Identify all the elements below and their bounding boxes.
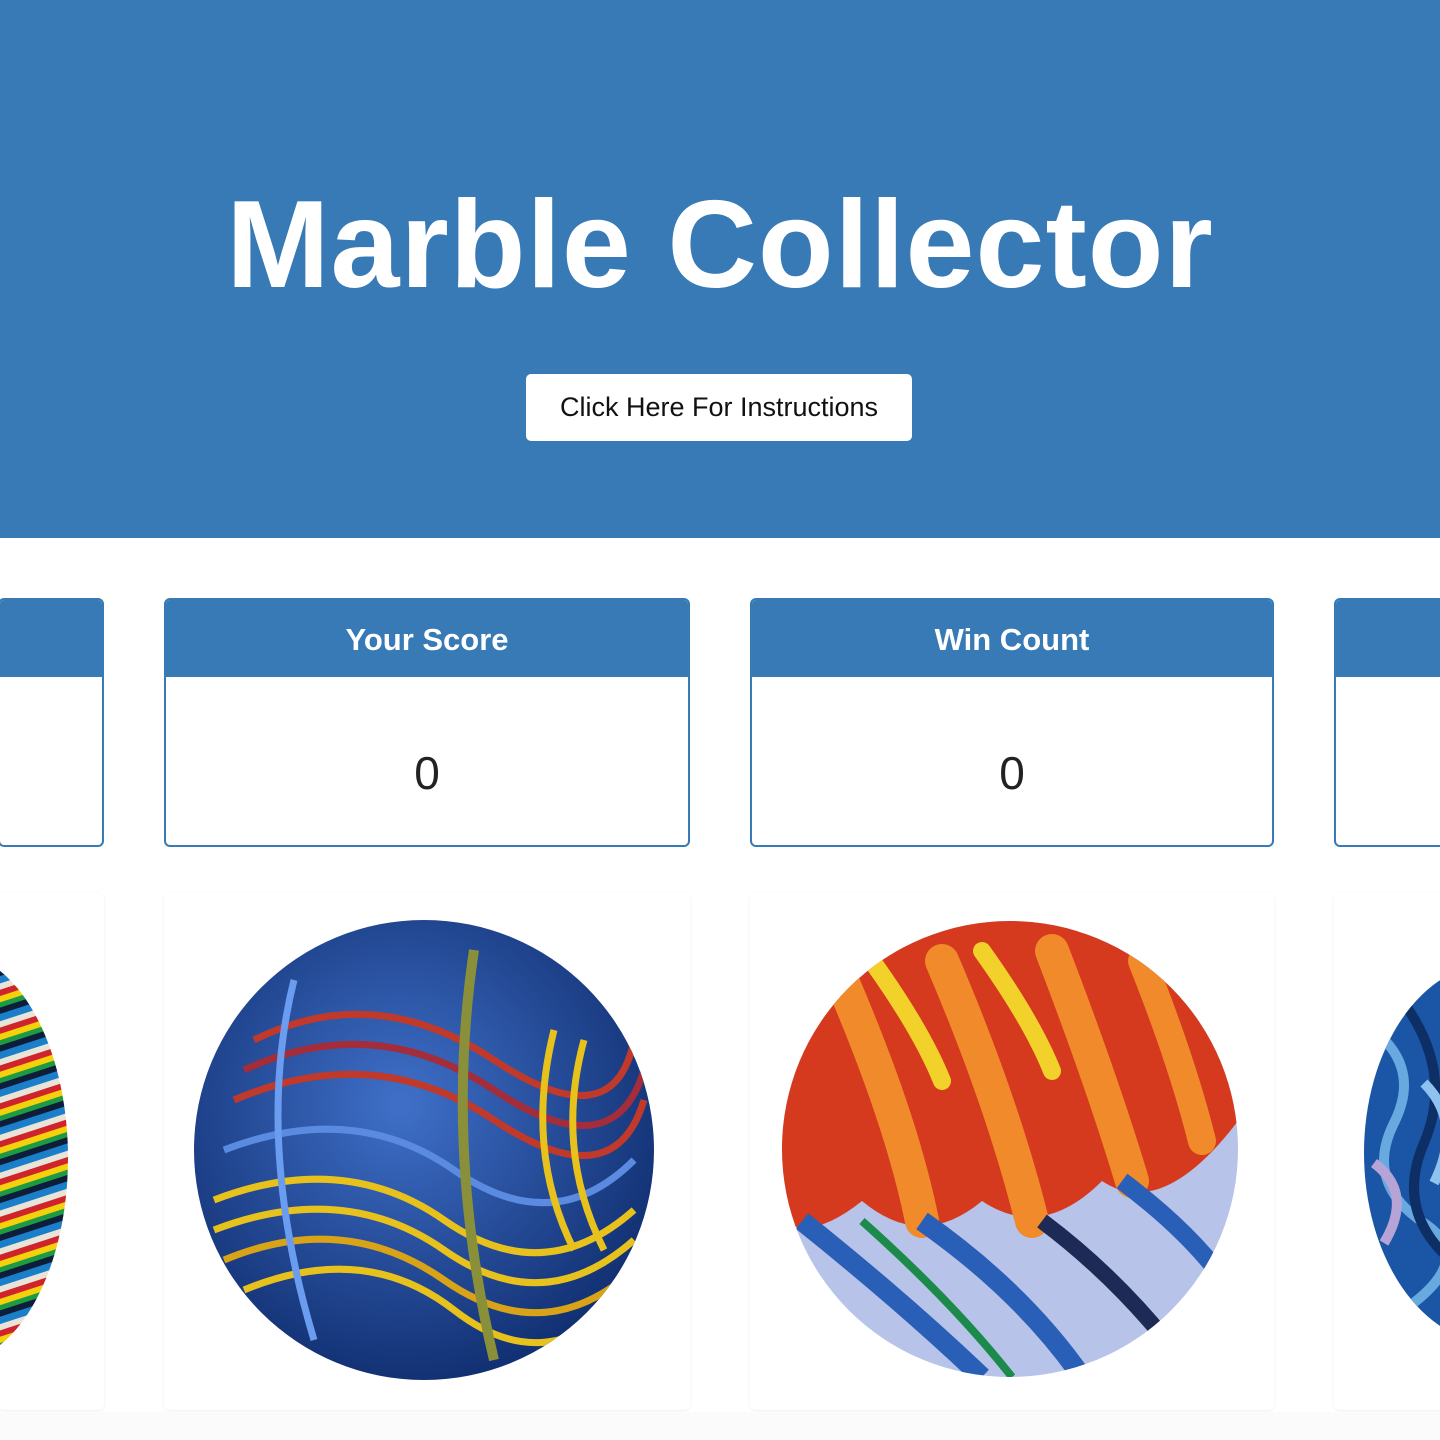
win-count-label: Win Count	[752, 600, 1272, 677]
stat-panel-losses	[1334, 598, 1440, 847]
stat-panel-header	[1336, 600, 1440, 677]
footer-strip	[0, 1412, 1440, 1440]
marble-card-3[interactable]	[750, 893, 1274, 1410]
win-count-value: 0	[999, 747, 1025, 799]
stat-panel-value	[1336, 677, 1440, 845]
flame-marble-icon	[782, 921, 1238, 1377]
stat-panel-value	[0, 677, 102, 845]
stat-panel-score: Your Score 0	[164, 598, 690, 847]
stat-panel-target	[0, 598, 104, 847]
blue-marble-icon	[1364, 963, 1440, 1343]
header-banner: Marble Collector Click Here For Instruct…	[0, 0, 1440, 538]
marble-card-4[interactable]	[1334, 893, 1440, 1410]
page-title: Marble Collector	[226, 176, 1214, 314]
marble-card-2[interactable]	[164, 893, 690, 1410]
stat-panel-header	[0, 600, 102, 677]
score-label: Your Score	[166, 600, 688, 677]
score-value: 0	[414, 747, 440, 799]
stat-panel-wins: Win Count 0	[750, 598, 1274, 847]
striped-marble-icon	[0, 953, 68, 1363]
instructions-button[interactable]: Click Here For Instructions	[526, 374, 912, 441]
blue-swirl-marble-icon	[194, 920, 654, 1380]
marble-card-1[interactable]	[0, 893, 104, 1410]
